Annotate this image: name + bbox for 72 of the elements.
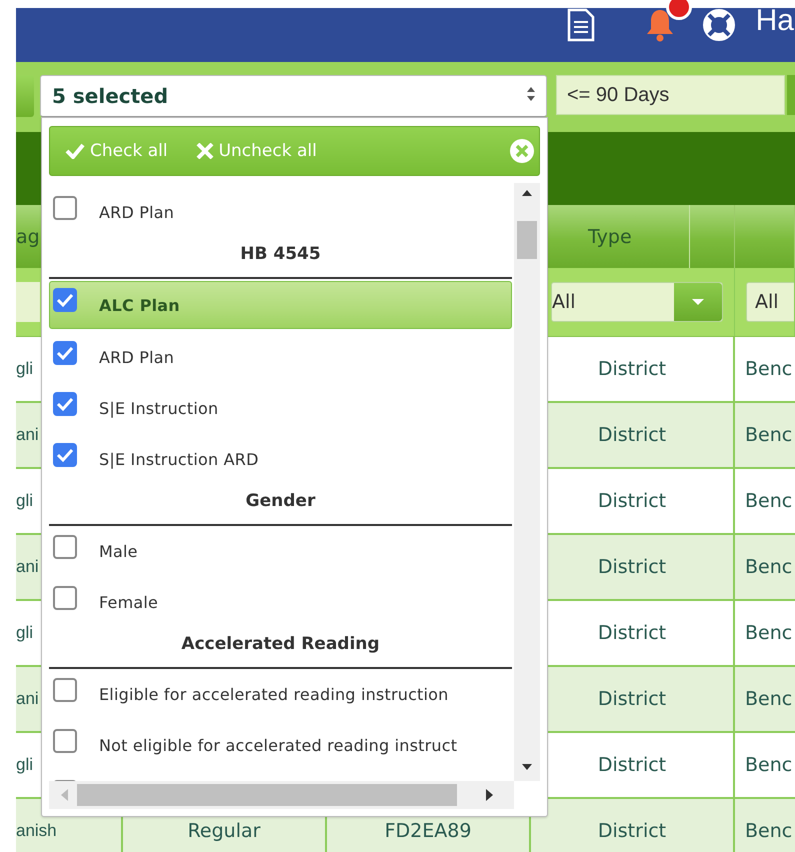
- document-icon[interactable]: [566, 8, 596, 42]
- down-arrow-icon[interactable]: [521, 763, 533, 771]
- table-cell: Benc: [745, 490, 792, 512]
- checkbox[interactable]: [53, 196, 77, 220]
- table-cell: gli: [16, 623, 34, 643]
- column-header[interactable]: ag: [16, 226, 40, 248]
- multiselect-field[interactable]: 5 selected: [40, 75, 547, 117]
- highlighted-option[interactable]: ALC Plan: [49, 281, 512, 329]
- table-cell: District: [598, 358, 666, 380]
- column-header[interactable]: Type: [588, 226, 632, 248]
- checkbox[interactable]: [53, 586, 77, 610]
- group-heading: Gender: [49, 485, 512, 526]
- x-icon: [196, 143, 214, 159]
- option-label[interactable]: Not eligible for accelerated reading instruct: [99, 736, 458, 755]
- table-cell: Regular: [188, 820, 260, 842]
- table-cell: District: [598, 424, 666, 446]
- table-cell: District: [598, 754, 666, 776]
- scrollbar-thumb[interactable]: [517, 221, 537, 259]
- checkbox[interactable]: [53, 392, 77, 416]
- option-label[interactable]: Female: [99, 593, 158, 612]
- dropdown-field[interactable]: [16, 75, 34, 117]
- table-cell: Benc: [745, 820, 792, 842]
- table-cell: gli: [16, 755, 34, 775]
- option-label[interactable]: ALC Plan: [99, 296, 180, 314]
- table-cell: FD2EA89: [384, 820, 472, 842]
- table-cell: District: [598, 688, 666, 710]
- group-heading: Accelerated Reading: [49, 628, 512, 669]
- table-cell: District: [598, 820, 666, 842]
- table-cell: Benc: [745, 622, 792, 644]
- table-cell: Benc: [745, 754, 792, 776]
- filter-field[interactable]: All: [746, 282, 794, 322]
- table-cell: District: [598, 622, 666, 644]
- option-label[interactable]: Eligible for accelerated reading instruction: [99, 685, 449, 704]
- bell-icon[interactable]: [646, 8, 674, 42]
- dropdown-field[interactable]: [787, 75, 795, 115]
- table-cell: Benc: [745, 358, 792, 380]
- option-label[interactable]: ARD Plan: [99, 348, 174, 367]
- table-cell: Benc: [745, 688, 792, 710]
- option-label[interactable]: ARD Plan: [99, 203, 174, 222]
- caret-icon: [674, 283, 722, 321]
- option-label[interactable]: S|E Instruction ARD: [99, 450, 259, 469]
- user-name[interactable]: Ha: [756, 4, 794, 38]
- table-cell: gli: [16, 359, 34, 379]
- checkbox[interactable]: [53, 728, 77, 752]
- group-heading: HB 4545: [49, 238, 512, 279]
- table-cell: anish: [16, 821, 57, 841]
- scrollbar-thumb[interactable]: [77, 784, 457, 806]
- table-cell: Benc: [745, 556, 792, 578]
- checkbox[interactable]: [53, 340, 77, 364]
- range-field[interactable]: <= 90 Days: [556, 75, 785, 115]
- filter-select[interactable]: All: [551, 282, 723, 322]
- table-cell: gli: [16, 491, 34, 511]
- horizontal-scrollbar[interactable]: [49, 781, 514, 809]
- table-cell: ani: [16, 425, 39, 445]
- lifebuoy-icon[interactable]: [702, 8, 736, 42]
- table-cell: District: [598, 490, 666, 512]
- table-cell: ani: [16, 689, 39, 709]
- table-cell: District: [598, 556, 666, 578]
- checkbox[interactable]: [53, 288, 77, 312]
- checkbox[interactable]: [53, 534, 77, 558]
- checkbox[interactable]: [53, 678, 77, 702]
- option-label[interactable]: Male: [99, 542, 138, 561]
- right-arrow-icon[interactable]: [485, 788, 495, 802]
- table-cell: Benc: [745, 424, 792, 446]
- option-label[interactable]: S|E Instruction: [99, 399, 218, 418]
- close-icon[interactable]: [509, 138, 535, 164]
- checkbox[interactable]: [53, 442, 77, 466]
- filter-field[interactable]: [16, 282, 40, 322]
- vertical-scrollbar[interactable]: [514, 183, 540, 781]
- check-icon: [65, 143, 85, 159]
- up-arrow-icon[interactable]: [521, 189, 533, 197]
- table-cell: ani: [16, 557, 39, 577]
